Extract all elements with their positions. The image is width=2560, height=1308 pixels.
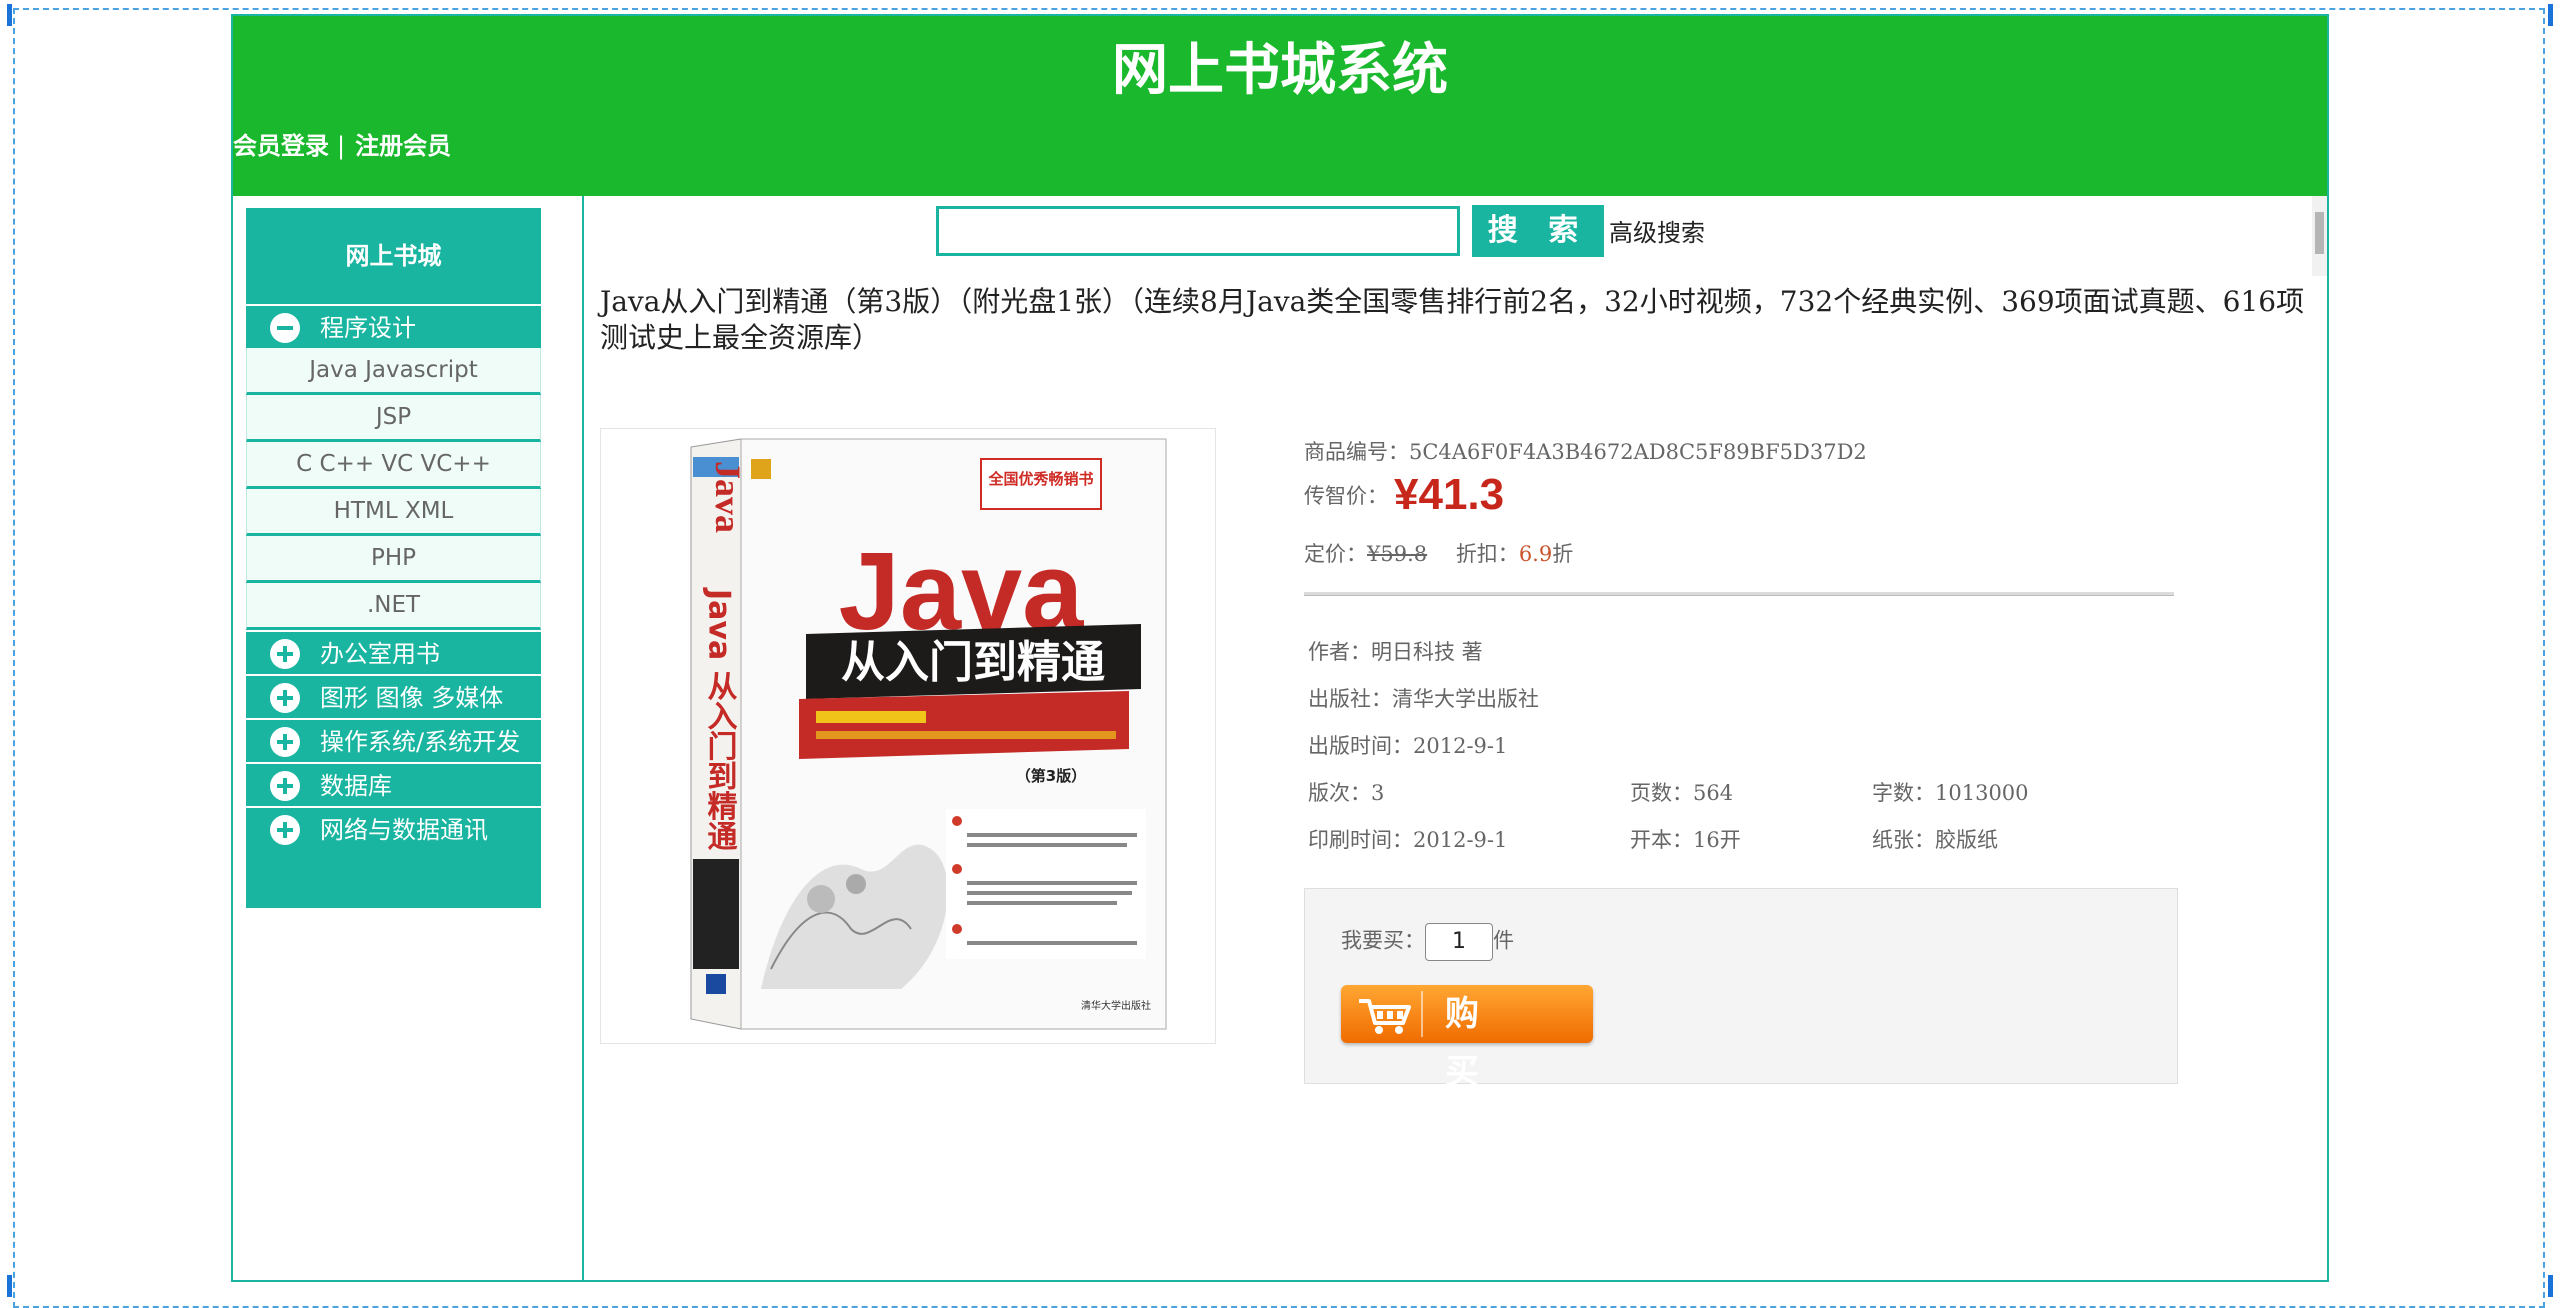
buy-box: 我要买： 1 件 购 买 xyxy=(1304,888,2178,1092)
price-row: 传智价： ¥41.3 xyxy=(1304,470,1504,520)
button-divider xyxy=(1421,991,1423,1037)
quantity-input[interactable]: 1 xyxy=(1425,923,1493,961)
quantity-suffix: 件 xyxy=(1493,928,1514,953)
author: 作者：明日科技 著 xyxy=(1308,640,1483,664)
category-label: 数据库 xyxy=(320,772,392,800)
buy-button[interactable]: 购 买 xyxy=(1341,985,1593,1092)
top-links: 会员登录 | 注册会员 xyxy=(233,126,451,166)
publish-date: 出版时间：2012-9-1 xyxy=(1308,734,1508,758)
advanced-search-link[interactable]: 高级搜索 xyxy=(1609,216,1705,250)
product-id-row: 商品编号：5C4A6F0F4A3B4672AD8C5F89BF5D37D2 xyxy=(1304,436,1867,466)
category-label: 网络与数据通讯 xyxy=(320,816,488,844)
price-label: 传智价： xyxy=(1304,484,1388,508)
buy-button-label: 购 买 xyxy=(1445,994,1505,1092)
subcategory-php[interactable]: PHP xyxy=(246,536,541,583)
subcategory-c-cpp[interactable]: C C++ VC VC++ xyxy=(246,442,541,489)
collapse-icon[interactable] xyxy=(270,313,300,343)
expand-icon[interactable] xyxy=(270,683,300,713)
subcategory-jsp[interactable]: JSP xyxy=(246,395,541,442)
subcategory-html-xml[interactable]: HTML XML xyxy=(246,489,541,536)
register-link[interactable]: 注册会员 xyxy=(355,132,451,160)
discount-unit: 折 xyxy=(1552,542,1574,566)
quantity-row: 我要买： 1 件 xyxy=(1341,923,1514,961)
pages: 页数：564 xyxy=(1630,781,1734,805)
word-count: 字数：1013000 xyxy=(1872,781,2029,805)
resize-handle[interactable] xyxy=(2548,1275,2553,1297)
page-container: 网上书城系统 会员登录 | 注册会员 网上书城 程序设计 Java Javascri… xyxy=(231,14,2329,1282)
cover-publisher: 清华大学出版社 xyxy=(1081,999,1151,1012)
product-id-value: 5C4A6F0F4A3B4672AD8C5F89BF5D37D2 xyxy=(1409,440,1867,464)
format: 开本：16开 xyxy=(1630,828,1741,852)
book-cover-image[interactable]: Java Java 从入门到精通 全国优秀畅销书 Java 从入门到精通 （第3… xyxy=(600,428,1216,1044)
print-date: 印刷时间：2012-9-1 xyxy=(1308,828,1508,852)
scrollbar[interactable] xyxy=(2312,196,2327,276)
product-id-label: 商品编号： xyxy=(1304,440,1409,464)
list-price-value: ¥59.8 xyxy=(1367,542,1428,566)
cover-edition: （第3版） xyxy=(1016,767,1086,785)
search-button[interactable]: 搜 索 xyxy=(1472,205,1604,257)
site-title: 网上书城系统 xyxy=(1112,38,1448,103)
expand-icon[interactable] xyxy=(270,815,300,845)
cart-icon xyxy=(1359,999,1411,1034)
login-link[interactable]: 会员登录 xyxy=(233,132,329,160)
scrollbar-thumb[interactable] xyxy=(2315,212,2324,254)
category-programming[interactable]: 程序设计 xyxy=(246,304,541,348)
publisher: 出版社：清华大学出版社 xyxy=(1308,687,1539,711)
search-input[interactable] xyxy=(936,206,1460,256)
expand-icon[interactable] xyxy=(270,639,300,669)
subcategory-dotnet[interactable]: .NET xyxy=(246,583,541,630)
resize-handle[interactable] xyxy=(7,4,12,26)
category-graphics[interactable]: 图形 图像 多媒体 xyxy=(246,674,541,718)
book-cover-graphic: Java Java 从入门到精通 全国优秀畅销书 Java 从入门到精通 （第3… xyxy=(690,438,1167,1030)
cover-subtitle: 从入门到精通 xyxy=(841,637,1105,688)
link-separator: | xyxy=(337,132,346,160)
category-network[interactable]: 网络与数据通讯 xyxy=(246,806,541,850)
info-divider xyxy=(1304,592,2174,596)
category-database[interactable]: 数据库 xyxy=(246,762,541,806)
resize-handle[interactable] xyxy=(2548,4,2553,26)
subcategory-java-javascript[interactable]: Java Javascript xyxy=(246,348,541,395)
paper: 纸张：胶版纸 xyxy=(1872,828,1998,852)
price-value: ¥41.3 xyxy=(1394,470,1505,519)
discount-value: 6.9 xyxy=(1518,542,1553,566)
category-sidebar: 网上书城 程序设计 Java Javascript JSP C C++ VC V… xyxy=(246,208,541,908)
cover-badge: 全国优秀畅销书 xyxy=(987,470,1093,488)
product-title: Java从入门到精通（第3版）（附光盘1张）（连续8月Java类全国零售排行前2… xyxy=(600,285,2305,354)
category-label: 程序设计 xyxy=(320,314,416,342)
list-price-row: 定价：¥59.8 折扣：6.9折 xyxy=(1304,538,1573,568)
list-price-label: 定价： xyxy=(1304,542,1367,566)
discount-label: 折扣： xyxy=(1455,542,1519,566)
quantity-prefix: 我要买： xyxy=(1341,928,1425,953)
expand-icon[interactable] xyxy=(270,771,300,801)
edition: 版次：3 xyxy=(1308,781,1385,805)
category-label: 操作系统/系统开发 xyxy=(320,728,521,756)
category-os[interactable]: 操作系统/系统开发 xyxy=(246,718,541,762)
category-office[interactable]: 办公室用书 xyxy=(246,630,541,674)
main-content: 搜 索 高级搜索 Java从入门到精通（第3版）（附光盘1张）（连续8月Java… xyxy=(586,196,2327,1280)
category-label: 图形 图像 多媒体 xyxy=(320,684,504,712)
svg-text:Java 从入门到精通: Java 从入门到精通 xyxy=(702,587,738,852)
category-label: 办公室用书 xyxy=(320,640,440,668)
expand-icon[interactable] xyxy=(270,727,300,757)
sidebar-column: 网上书城 程序设计 Java Javascript JSP C C++ VC V… xyxy=(233,196,584,1280)
resize-handle[interactable] xyxy=(7,1275,12,1297)
sidebar-heading: 网上书城 xyxy=(345,242,442,270)
site-header: 网上书城系统 会员登录 | 注册会员 xyxy=(233,16,2327,196)
